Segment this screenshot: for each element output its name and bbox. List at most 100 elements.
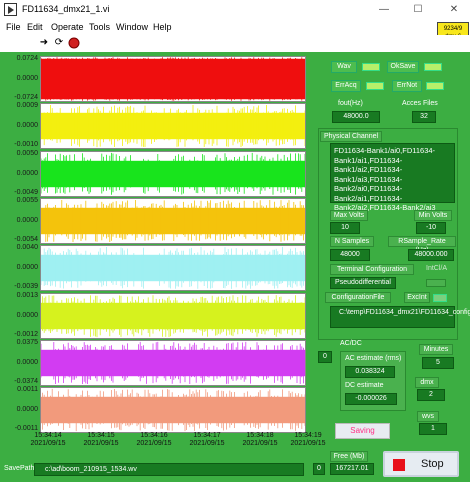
y-tick-label: 0.0050 <box>16 149 38 157</box>
dc-estimate-label: DC estimate <box>345 382 384 389</box>
intclk-label: IntCl/A <box>426 265 448 272</box>
minutes-field[interactable]: 5 <box>422 357 454 369</box>
y-tick-label: 0.0000 <box>16 264 38 272</box>
menu-help[interactable]: Help <box>153 22 172 32</box>
y-tick-label: 0.0000 <box>16 406 38 414</box>
y-tick-label: 0.0040 <box>16 244 38 252</box>
y-tick-label: 0.0000 <box>16 122 38 130</box>
x-tick-label: 15:34:17 2021/09/15 <box>179 432 235 448</box>
y-tick-label: -0.0012 <box>14 330 38 338</box>
intclk-toggle[interactable] <box>426 279 446 287</box>
n-samples-field[interactable]: 48000 <box>330 249 370 261</box>
waveform-chart-1 <box>40 56 306 102</box>
y-tick-label: 0.0000 <box>16 311 38 319</box>
wav-led <box>362 63 380 71</box>
free-mb-value: 167217.01 <box>330 463 374 475</box>
acces-files-label: Acces Files <box>402 100 438 107</box>
waveform-plot-7 <box>41 341 305 384</box>
y-tick-label: -0.0039 <box>14 283 38 291</box>
free-index: 0 <box>313 463 325 475</box>
y-tick-label: -0.0724 <box>14 94 38 101</box>
menu-bar: File Edit Operate Tools Window Help <box>0 19 470 35</box>
physical-channel-field[interactable]: FD11634-Bank1/ai0,FD11634-Bank1/ai1,FD11… <box>330 143 455 212</box>
x-tick-label: 15:34:16 2021/09/15 <box>126 432 182 448</box>
waveform-plot-4 <box>41 199 305 242</box>
y-tick-label: 0.0000 <box>16 75 38 82</box>
x-tick-label: 15:34:14 2021/09/15 <box>20 432 76 448</box>
close-button[interactable]: ✕ <box>440 2 468 17</box>
y-tick-label: -0.0010 <box>14 141 38 149</box>
dmx-field[interactable]: 2 <box>417 389 445 401</box>
x-tick-time: 15:34:14 <box>34 432 62 439</box>
x-tick-time: 15:34:15 <box>87 432 115 439</box>
saving-indicator: Saving <box>335 423 390 439</box>
excint-toggle[interactable] <box>433 294 447 302</box>
toolbar: ➜ ⟳ <box>0 35 470 51</box>
run-continuous-icon[interactable]: ⟳ <box>53 37 65 49</box>
y-tick-label: 0.0009 <box>16 102 38 110</box>
erracq-led <box>366 82 384 90</box>
min-volts-field[interactable]: -10 <box>416 222 446 234</box>
waveform-chart-6 <box>40 292 306 339</box>
waveform-chart-8 <box>40 387 306 434</box>
acces-files-value: 32 <box>412 111 436 123</box>
savepath-field[interactable]: c:\ad\boom_210915_1534.wv <box>34 463 304 476</box>
ac-estimate-value: 0.038324 <box>345 366 395 378</box>
waveform-plot-5 <box>41 247 305 290</box>
waveform-band <box>41 58 305 100</box>
physical-channel-label: Physical Channel <box>320 131 382 142</box>
stop-button[interactable]: Stop <box>383 451 459 477</box>
waveform-chart-7 <box>40 339 306 386</box>
savepath-label: SavePath <box>4 465 35 472</box>
maximize-button[interactable]: ☐ <box>404 2 432 17</box>
waveform-plot-1 <box>41 57 305 101</box>
max-volts-field[interactable]: 10 <box>330 222 360 234</box>
max-volts-label: Max Volts <box>330 210 368 221</box>
waveform-plot-2 <box>41 105 305 148</box>
wav-indicator-label: Wav <box>331 61 357 73</box>
y-tick-label: 0.0011 <box>17 386 38 394</box>
rsample-rate-label: RSample_Rate (Hz) <box>388 236 456 254</box>
menu-operate[interactable]: Operate <box>51 22 84 32</box>
waveform-chart-4 <box>40 197 306 244</box>
run-arrow-icon[interactable]: ➜ <box>38 37 50 49</box>
config-file-label: ConfigurationFile <box>325 292 391 303</box>
y-tick-label: 0.0000 <box>16 169 38 177</box>
wvs-field[interactable]: 1 <box>419 423 447 435</box>
abort-icon[interactable] <box>68 37 80 49</box>
dmx-label: dmx <box>415 377 439 388</box>
y-tick-label: 0.0055 <box>16 196 38 204</box>
excint-label: ExcInt <box>404 292 430 303</box>
y-tick-label: -0.0054 <box>14 235 38 243</box>
x-tick-label: 15:34:15 2021/09/15 <box>73 432 129 448</box>
config-file-path[interactable]: C:\temp\FD11634_dmx21\FD11634_config.inp <box>330 306 470 328</box>
x-tick-time: 15:34:17 <box>193 432 221 439</box>
oksave-indicator-label: OkSave <box>387 61 419 73</box>
oksave-led <box>424 63 442 71</box>
menu-file[interactable]: File <box>6 22 21 32</box>
y-tick-label: 0.0375 <box>16 338 38 346</box>
x-tick-date: 2021/09/15 <box>136 440 172 447</box>
menu-edit[interactable]: Edit <box>27 22 43 32</box>
menu-tools[interactable]: Tools <box>89 22 110 32</box>
waveform-band <box>41 113 305 140</box>
rsample-rate-value: 48000.000 <box>408 249 454 261</box>
fout-value: 48000.0 <box>332 111 380 123</box>
fout-label: fout(Hz) <box>338 100 363 107</box>
menu-window[interactable]: Window <box>116 22 148 32</box>
acdc-index[interactable]: 0 <box>318 351 332 363</box>
stop-button-label: Stop <box>421 458 444 470</box>
x-tick-date: 2021/09/15 <box>83 440 119 447</box>
stop-icon <box>393 459 405 471</box>
minimize-button[interactable]: — <box>370 2 398 17</box>
wvs-label: wvs <box>417 411 439 422</box>
terminal-config-select[interactable]: Pseudodifferential <box>330 277 396 289</box>
y-tick-label: 0.0724 <box>16 55 38 62</box>
dc-estimate-value: -0.000026 <box>345 393 397 405</box>
min-volts-label: Min Volts <box>414 210 452 221</box>
errnot-led <box>426 82 444 90</box>
n-samples-label: N Samples <box>330 236 374 247</box>
y-tick-label: -0.0374 <box>14 377 38 385</box>
ac-estimate-label: AC estimate (rms) <box>345 355 402 362</box>
labview-vi-icon <box>4 3 17 16</box>
